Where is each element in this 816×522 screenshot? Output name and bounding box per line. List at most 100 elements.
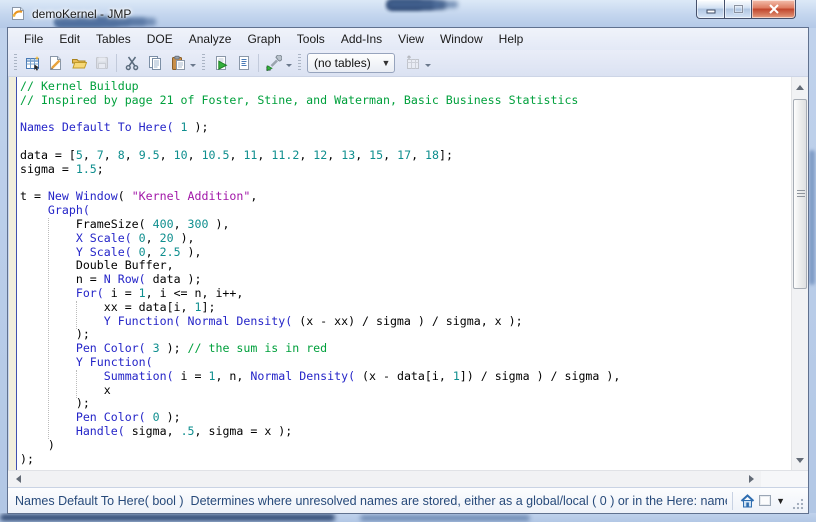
show-data-table-button[interactable] bbox=[401, 52, 424, 74]
jmp-window: demoKernel - JMP FileEditTablesDOEAnalyz… bbox=[0, 0, 816, 522]
script-window-button[interactable] bbox=[232, 52, 255, 74]
code-line: Handle( sigma, .5, sigma = x ); bbox=[20, 425, 791, 439]
menu-window[interactable]: Window bbox=[432, 29, 491, 49]
vertical-scroll-thumb[interactable] bbox=[793, 99, 807, 289]
resize-grip[interactable] bbox=[791, 497, 805, 511]
close-icon bbox=[768, 4, 780, 14]
home-window-button[interactable] bbox=[738, 492, 756, 510]
toolbar-overflow-icon[interactable] bbox=[189, 52, 198, 74]
scrollbar-corner bbox=[761, 471, 808, 487]
scroll-right-button[interactable] bbox=[743, 471, 759, 487]
tables-dropdown[interactable]: (no tables) ▼ bbox=[307, 53, 395, 73]
new-script-button[interactable] bbox=[44, 52, 67, 74]
window-list-button[interactable] bbox=[756, 492, 774, 510]
status-hint-text: Names Default To Here( bool ) Determines… bbox=[8, 494, 727, 508]
vertical-scrollbar[interactable] bbox=[791, 77, 808, 470]
menu-file[interactable]: File bbox=[16, 29, 51, 49]
window-frame-bottom bbox=[0, 513, 816, 522]
toolbar-separator bbox=[116, 54, 117, 72]
toolbar-overflow-icon[interactable] bbox=[424, 52, 433, 74]
menu-addins[interactable]: Add-Ins bbox=[333, 29, 390, 49]
menu-doe[interactable]: DOE bbox=[139, 29, 181, 49]
indent-guide bbox=[48, 218, 49, 439]
code-line: ); bbox=[20, 328, 791, 342]
maximize-icon bbox=[733, 4, 744, 14]
toolbar-grip[interactable] bbox=[298, 54, 301, 72]
window-title: demoKernel - JMP bbox=[32, 7, 131, 21]
menu-tables[interactable]: Tables bbox=[88, 29, 139, 49]
toolbar-overflow-icon[interactable] bbox=[285, 52, 294, 74]
script-editor: // Kernel Buildup// Inspired by page 21 … bbox=[8, 77, 808, 470]
chevron-down-icon: ▼ bbox=[378, 58, 394, 68]
open-folder-icon bbox=[71, 55, 87, 71]
thumb-grip-icon bbox=[797, 190, 805, 198]
menu-view[interactable]: View bbox=[390, 29, 432, 49]
triangle-left-icon bbox=[12, 475, 21, 483]
wrench-icon bbox=[266, 55, 282, 71]
code-line: // Inspired by page 21 of Foster, Stine,… bbox=[20, 94, 791, 108]
code-line: Names Default To Here( 1 ); bbox=[20, 121, 791, 135]
open-button[interactable] bbox=[67, 52, 90, 74]
menu-edit[interactable]: Edit bbox=[51, 29, 88, 49]
code-lines: // Kernel Buildup// Inspired by page 21 … bbox=[20, 80, 791, 466]
code-line: Summation( i = 1, n, Normal Density( (x … bbox=[20, 370, 791, 384]
new-data-table-icon bbox=[25, 55, 41, 71]
code-line: Double Buffer, bbox=[20, 259, 791, 273]
run-script-button[interactable] bbox=[209, 52, 232, 74]
code-line: FrameSize( 400, 300 ), bbox=[20, 218, 791, 232]
code-line: x bbox=[20, 384, 791, 398]
code-line: ) bbox=[20, 439, 791, 453]
scroll-up-button[interactable] bbox=[792, 79, 808, 95]
code-line: // Kernel Buildup bbox=[20, 80, 791, 94]
code-line: t = New Window( "Kernel Addition", bbox=[20, 190, 791, 204]
menu-graph[interactable]: Graph bbox=[239, 29, 288, 49]
menu-analyze[interactable]: Analyze bbox=[181, 29, 240, 49]
code-area[interactable]: // Kernel Buildup// Inspired by page 21 … bbox=[17, 77, 791, 470]
code-line bbox=[20, 135, 791, 149]
status-separator bbox=[732, 492, 733, 510]
editor-gutter bbox=[9, 77, 17, 470]
debug-tools-button[interactable] bbox=[262, 52, 285, 74]
tables-dropdown-value: (no tables) bbox=[308, 56, 378, 70]
cut-button[interactable] bbox=[120, 52, 143, 74]
toolbar-grip[interactable] bbox=[202, 54, 205, 72]
save-button[interactable] bbox=[90, 52, 113, 74]
minimize-icon bbox=[706, 5, 716, 14]
scroll-down-button[interactable] bbox=[792, 452, 808, 468]
new-script-icon bbox=[48, 55, 64, 71]
code-line bbox=[20, 177, 791, 191]
code-line: Y Scale( 0, 2.5 ), bbox=[20, 246, 791, 260]
jmp-script-icon[interactable] bbox=[9, 5, 27, 22]
copy-icon bbox=[147, 55, 163, 71]
home-icon bbox=[740, 494, 755, 508]
status-dropdown-button[interactable]: ▼ bbox=[774, 496, 791, 506]
resize-grip-icon bbox=[791, 497, 805, 511]
paste-button[interactable] bbox=[166, 52, 189, 74]
toolbar-grip[interactable] bbox=[14, 54, 17, 72]
window-controls bbox=[697, 0, 796, 19]
code-line: Graph( bbox=[20, 204, 791, 218]
paste-icon bbox=[170, 55, 186, 71]
code-line: n = N Row( data ); bbox=[20, 273, 791, 287]
code-line: Pen Color( 0 ); bbox=[20, 411, 791, 425]
copy-button[interactable] bbox=[143, 52, 166, 74]
code-line: ); bbox=[20, 397, 791, 411]
horizontal-scrollbar[interactable] bbox=[8, 471, 761, 487]
title-bar[interactable]: demoKernel - JMP bbox=[0, 0, 816, 28]
scroll-left-button[interactable] bbox=[10, 471, 26, 487]
menu-tools[interactable]: Tools bbox=[289, 29, 333, 49]
script-window-icon bbox=[236, 55, 252, 71]
menu-help[interactable]: Help bbox=[491, 29, 532, 49]
maximize-button[interactable] bbox=[724, 0, 752, 19]
show-data-table-icon bbox=[405, 55, 421, 71]
close-button[interactable] bbox=[751, 0, 796, 19]
run-script-icon bbox=[213, 55, 229, 71]
triangle-down-icon bbox=[796, 458, 804, 467]
minimize-button[interactable] bbox=[696, 0, 725, 19]
indent-guide bbox=[76, 370, 77, 398]
code-line: data = [5, 7, 8, 9.5, 10, 10.5, 11, 11.2… bbox=[20, 149, 791, 163]
new-data-table-button[interactable] bbox=[21, 52, 44, 74]
code-line: Pen Color( 3 ); // the sum is in red bbox=[20, 342, 791, 356]
status-bar: Names Default To Here( bool ) Determines… bbox=[8, 487, 808, 513]
code-line: xx = data[i, 1]; bbox=[20, 301, 791, 315]
